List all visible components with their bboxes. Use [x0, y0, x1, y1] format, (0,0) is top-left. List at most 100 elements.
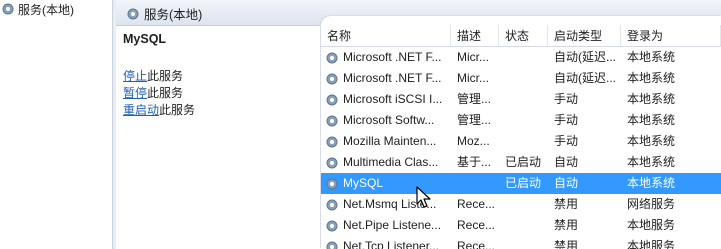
service-row[interactable]: Multimedia Clas... 基于... 已启动 自动 本地系统 — [321, 152, 721, 173]
cell-logon-as: 本地服务 — [627, 239, 676, 249]
service-name: Microsoft Softw... — [343, 113, 435, 127]
cell-logon-as: 本地系统 — [627, 92, 676, 106]
cell-startup-type: 禁用 — [554, 239, 579, 249]
gear-icon — [325, 51, 339, 65]
restart-service-link[interactable]: 重启动 — [123, 103, 159, 117]
gear-icon — [325, 198, 339, 212]
action-suffix: 此服务 — [147, 86, 184, 100]
cell-name: Net.Pipe Listene... — [321, 215, 451, 236]
cell-startup-type: 手动 — [554, 134, 579, 148]
cell-name: Multimedia Clas... — [321, 152, 451, 173]
selected-service-name: MySQL — [123, 32, 167, 46]
cell-description: Micr... — [457, 50, 489, 64]
cell-logon-as: 本地系统 — [627, 113, 676, 127]
gear-icon — [325, 93, 339, 107]
cell-status — [499, 236, 548, 249]
service-name: Microsoft iSCSI I... — [343, 92, 443, 106]
column-header-name[interactable]: ⌃ 名称 — [321, 25, 451, 47]
service-row[interactable]: Net.Msmq Liste... Rece... 禁用 网络服务 — [321, 194, 721, 215]
cell-description: Rece... — [457, 239, 496, 249]
cell-logon-as: 网络服务 — [627, 197, 676, 211]
gear-icon — [325, 156, 339, 170]
gear-icon — [325, 72, 339, 86]
console-tree: 服务(本地) — [0, 0, 113, 249]
cell-logon-as: 本地系统 — [627, 155, 676, 169]
cell-status — [499, 47, 548, 68]
column-header-startup-type[interactable]: 启动类型 — [548, 25, 621, 47]
cell-startup-type: 手动 — [554, 113, 579, 127]
gear-icon — [126, 7, 140, 21]
gear-icon — [325, 135, 339, 149]
cell-status — [499, 215, 548, 236]
cell-description: 管理... — [457, 113, 492, 127]
service-row[interactable]: Mozilla Mainten... Moz... 手动 本地系统 — [321, 131, 721, 152]
panel-title: 服务(本地) — [144, 8, 203, 22]
cell-name: Microsoft .NET F... — [321, 68, 451, 89]
action-restart: 重启动此服务 — [123, 101, 195, 118]
service-row[interactable]: Net.Tcp Listener... Rece... 禁用 本地服务 — [321, 236, 721, 249]
cell-status — [499, 131, 548, 152]
cell-logon-as: 本地系统 — [627, 134, 676, 148]
cell-logon-as: 本地系统 — [627, 176, 676, 190]
services-list: ⌃ 名称 描述 状态 启动类型 登录为 Microsoft .NET F... M… — [321, 16, 721, 249]
cell-startup-type: 自动(延迟... — [554, 50, 616, 64]
cell-name: Microsoft Softw... — [321, 110, 451, 131]
column-header-label: 名称 — [327, 29, 352, 43]
cell-logon-as: 本地系统 — [627, 71, 676, 85]
column-header-description[interactable]: 描述 — [451, 25, 499, 47]
service-name: Net.Pipe Listene... — [343, 218, 442, 232]
cell-status: 已启动 — [505, 176, 542, 190]
cell-description: 管理... — [457, 92, 492, 106]
action-stop: 停止此服务 — [123, 67, 183, 84]
cell-name: Net.Tcp Listener... — [321, 236, 451, 249]
action-suffix: 此服务 — [159, 103, 196, 117]
column-header-logon-as[interactable]: 登录为 — [621, 25, 721, 47]
pause-service-link[interactable]: 暂停 — [123, 86, 147, 100]
cell-name: Microsoft .NET F... — [321, 47, 451, 68]
gear-icon — [325, 177, 339, 191]
cell-status — [499, 194, 548, 215]
cell-status — [499, 68, 548, 89]
service-name: MySQL — [343, 176, 384, 190]
cell-name: Microsoft iSCSI I... — [321, 89, 451, 110]
service-name: Microsoft .NET F... — [343, 50, 442, 64]
cell-description: Moz... — [457, 134, 490, 148]
service-row-selected[interactable]: MySQL 已启动 自动 本地系统 — [321, 173, 721, 194]
cell-logon-as: 本地服务 — [627, 218, 676, 232]
cell-description: Micr... — [457, 71, 489, 85]
cell-startup-type: 自动(延迟... — [554, 71, 616, 85]
description-pane: MySQL 停止此服务 暂停此服务 重启动此服务 — [116, 26, 321, 249]
service-row[interactable]: Microsoft iSCSI I... 管理... 手动 本地系统 — [321, 89, 721, 110]
cell-description — [451, 173, 499, 194]
service-rows: Microsoft .NET F... Micr... 自动(延迟... 本地系统 Mi… — [321, 47, 721, 249]
cell-logon-as: 本地系统 — [627, 50, 676, 64]
service-row[interactable]: Net.Pipe Listene... Rece... 禁用 本地服务 — [321, 215, 721, 236]
gear-icon — [325, 219, 339, 233]
sort-ascending-icon: ⌃ — [381, 25, 388, 30]
cell-name: Mozilla Mainten... — [321, 131, 451, 152]
cell-startup-type: 禁用 — [554, 197, 579, 211]
service-name: Multimedia Clas... — [343, 155, 439, 169]
service-name: Net.Tcp Listener... — [343, 239, 440, 249]
cell-description: Rece... — [457, 218, 496, 232]
stop-service-link[interactable]: 停止 — [123, 69, 147, 83]
cell-startup-type: 禁用 — [554, 218, 579, 232]
mouse-pointer-icon — [416, 186, 431, 208]
cell-startup-type: 自动 — [554, 155, 579, 169]
action-suffix: 此服务 — [147, 69, 184, 83]
cell-status — [499, 89, 548, 110]
cell-description: Rece... — [457, 197, 496, 211]
cell-startup-type: 手动 — [554, 92, 579, 106]
gear-icon — [325, 114, 339, 128]
cell-status — [499, 110, 548, 131]
cell-description: 基于... — [457, 155, 492, 169]
service-row[interactable]: Microsoft .NET F... Micr... 自动(延迟... 本地系统 — [321, 68, 721, 89]
column-header-status[interactable]: 状态 — [499, 25, 548, 47]
service-name: Mozilla Mainten... — [343, 134, 437, 148]
service-row[interactable]: Microsoft Softw... 管理... 手动 本地系统 — [321, 110, 721, 131]
cell-status: 已启动 — [505, 155, 542, 169]
cell-startup-type: 自动 — [554, 176, 579, 190]
tree-item-services-local[interactable]: 服务(本地) — [0, 0, 74, 18]
service-row[interactable]: Microsoft .NET F... Micr... 自动(延迟... 本地系统 — [321, 47, 721, 68]
gear-icon — [1, 2, 15, 16]
